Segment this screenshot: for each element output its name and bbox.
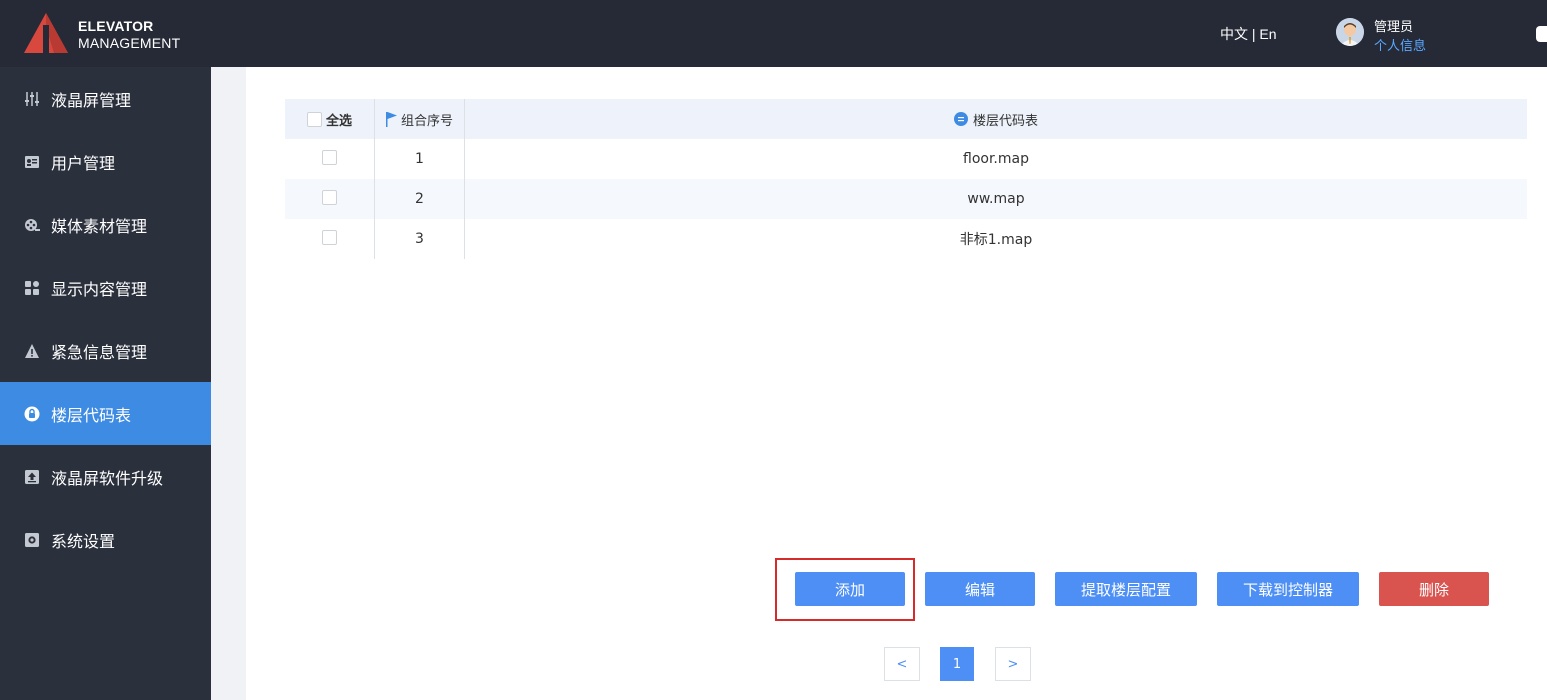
row-file-cell: floor.map	[465, 139, 1527, 179]
warning-icon	[24, 343, 40, 359]
sidebar-item-emergency-info[interactable]: 紧急信息管理	[0, 319, 211, 382]
list-icon	[953, 112, 968, 126]
sidebar-item-system-settings[interactable]: 系统设置	[0, 508, 211, 571]
upload-icon	[24, 469, 40, 485]
row-number: 2	[415, 191, 424, 207]
download-to-controller-button[interactable]: 下载到控制器	[1217, 572, 1359, 606]
brand-name: ELEVATOR MANAGEMENT	[78, 18, 180, 52]
row-number: 3	[415, 231, 424, 247]
table-row[interactable]: 1 floor.map	[285, 139, 1527, 179]
row-no-cell: 2	[375, 179, 465, 219]
elevator-logo	[24, 13, 68, 53]
lang-separator: |	[1248, 26, 1260, 42]
sidebar-item-media-management[interactable]: 媒体素材管理	[0, 193, 211, 256]
sidebar-item-floor-code-table[interactable]: 楼层代码表	[0, 382, 211, 445]
sidebar-item-label: 紧急信息管理	[51, 342, 148, 362]
sliders-icon	[24, 91, 40, 107]
row-file-name: ww.map	[967, 191, 1025, 207]
row-select-cell	[285, 179, 375, 219]
group-no-label: 组合序号	[400, 113, 453, 129]
lock-icon	[24, 406, 40, 422]
sidebar-item-label: 显示内容管理	[51, 279, 148, 299]
next-page-button[interactable]: >	[995, 647, 1031, 681]
sidebar-item-label: 系统设置	[51, 531, 116, 551]
page-1-button[interactable]: 1	[940, 647, 974, 681]
row-no-cell: 1	[375, 139, 465, 179]
row-checkbox[interactable]	[322, 190, 337, 205]
sidebar-item-label: 用户管理	[51, 153, 116, 173]
sidebar-item-label: 媒体素材管理	[51, 216, 148, 236]
sidebar-item-label: 楼层代码表	[51, 405, 132, 425]
sidebar-item-user-management[interactable]: 用户管理	[0, 130, 211, 193]
sidebar-item-label: 液晶屏软件升级	[51, 468, 164, 488]
row-select-cell	[285, 219, 375, 259]
top-header: ELEVATOR MANAGEMENT 中文 | En 管理员 个人信息	[0, 0, 1547, 67]
table-header: 全选 组合序号 楼层代码表	[285, 99, 1527, 139]
prev-page-button[interactable]: <	[884, 647, 920, 681]
media-reel-icon	[24, 217, 40, 233]
brand-line2: MANAGEMENT	[78, 35, 181, 51]
row-no-cell: 3	[375, 219, 465, 259]
extract-floor-config-button[interactable]: 提取楼层配置	[1055, 572, 1197, 606]
gear-icon	[24, 532, 40, 548]
user-avatar-icon	[1336, 18, 1364, 46]
floor-code-label: 楼层代码表	[972, 113, 1038, 129]
sidebar-item-label: 液晶屏管理	[51, 90, 132, 110]
row-file-cell: ww.map	[465, 179, 1527, 219]
row-file-name: floor.map	[963, 151, 1029, 167]
brand-line1: ELEVATOR	[78, 18, 154, 34]
sidebar: 液晶屏管理 用户管理 媒体素材管理 显示内容管理 紧急信息管理 楼层代码表 液晶…	[0, 67, 211, 700]
user-name: 管理员	[1374, 20, 1414, 35]
sidebar-item-lcd-upgrade[interactable]: 液晶屏软件升级	[0, 445, 211, 508]
avatar[interactable]	[1336, 18, 1364, 46]
row-file-name: 非标1.map	[959, 232, 1033, 248]
row-number: 1	[415, 151, 424, 167]
add-button[interactable]: 添加	[795, 572, 905, 606]
row-checkbox[interactable]	[322, 150, 337, 165]
delete-button[interactable]: 删除	[1379, 572, 1489, 606]
select-all-label: 全选	[325, 113, 352, 129]
edit-button[interactable]: 编辑	[925, 572, 1035, 606]
row-select-cell	[285, 139, 375, 179]
row-checkbox[interactable]	[322, 230, 337, 245]
flag-icon	[385, 111, 397, 127]
sidebar-item-display-content[interactable]: 显示内容管理	[0, 256, 211, 319]
group-no-header: 组合序号	[375, 99, 465, 139]
table-row[interactable]: 2 ww.map	[285, 179, 1527, 219]
sidebar-item-lcd-management[interactable]: 液晶屏管理	[0, 67, 211, 130]
language-switch: 中文 | En	[1220, 24, 1277, 44]
logout-icon[interactable]	[1536, 26, 1547, 42]
profile-link[interactable]: 个人信息	[1374, 35, 1426, 54]
lang-en-link[interactable]: En	[1259, 26, 1276, 42]
lang-zh-link[interactable]: 中文	[1220, 26, 1248, 42]
row-file-cell: 非标1.map	[465, 219, 1527, 259]
select-all-header: 全选	[285, 99, 375, 139]
select-all-checkbox[interactable]	[306, 111, 322, 127]
floor-code-header: 楼层代码表	[465, 99, 1527, 139]
grid-icon	[24, 280, 40, 296]
floor-code-table: 全选 组合序号 楼层代码表 1 floor.map 2 ww.map 3 非标1…	[285, 99, 1527, 259]
main-panel: 全选 组合序号 楼层代码表 1 floor.map 2 ww.map 3 非标1…	[246, 67, 1547, 700]
user-card-icon	[24, 154, 40, 170]
table-row[interactable]: 3 非标1.map	[285, 219, 1527, 259]
